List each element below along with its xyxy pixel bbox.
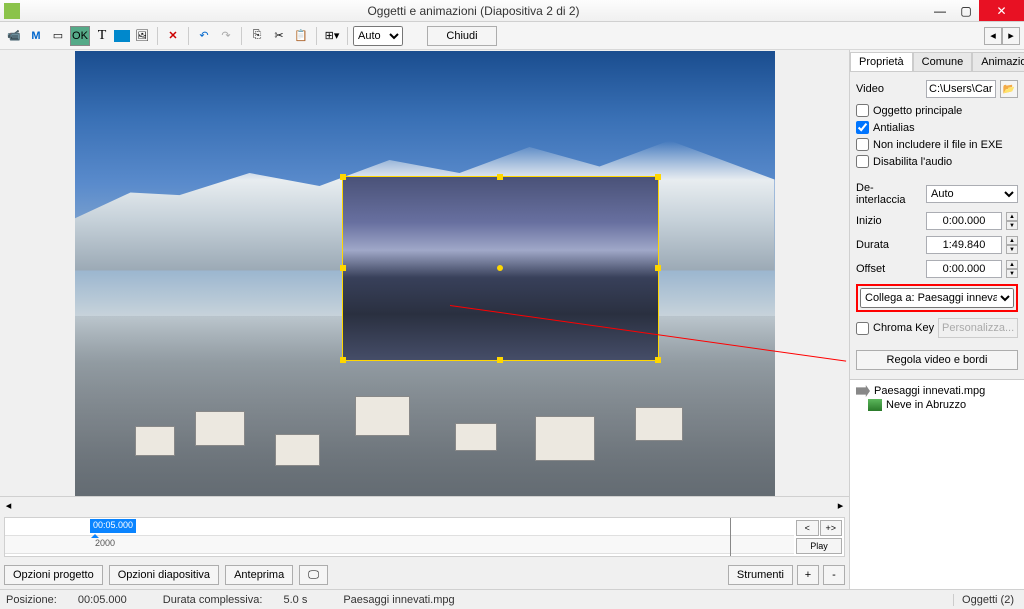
zoom-in-button[interactable]: + (797, 565, 819, 585)
zoom-select[interactable]: Auto (353, 26, 403, 46)
tab-common[interactable]: Comune (913, 52, 973, 71)
adjust-video-button[interactable]: Regola video e bordi (856, 350, 1018, 370)
selected-video-object[interactable] (342, 176, 659, 361)
rect-icon[interactable] (114, 30, 130, 42)
duration-up-icon[interactable]: ▲ (1006, 236, 1018, 245)
chiudi-button[interactable]: Chiudi (427, 26, 497, 46)
delete-icon[interactable]: ✕ (163, 26, 183, 46)
minimize-button[interactable]: — (927, 0, 953, 21)
copy-icon[interactable]: ⎘ (247, 26, 267, 46)
browse-button[interactable]: 📂 (1000, 80, 1018, 98)
mask-icon[interactable]: M (26, 26, 46, 46)
frame-icon[interactable]: ▭ (48, 26, 68, 46)
offset-down-icon[interactable]: ▼ (1006, 269, 1018, 278)
cut-icon[interactable]: ✂ (269, 26, 289, 46)
antialias-checkbox[interactable] (856, 121, 869, 134)
object-item-image[interactable]: Neve in Abruzzo (854, 398, 1020, 412)
timeline-track[interactable]: 00:05.000 2000 (5, 518, 794, 556)
offset-input[interactable] (926, 260, 1002, 278)
slide-options-button[interactable]: Opzioni diapositiva (109, 565, 219, 585)
deinterlace-select[interactable]: Auto (926, 185, 1018, 203)
grid-icon[interactable]: ⊞▾ (322, 26, 342, 46)
tab-properties[interactable]: Proprietà (850, 52, 913, 71)
video-path-input[interactable] (926, 80, 996, 98)
video-icon (856, 385, 870, 397)
main-object-checkbox[interactable] (856, 104, 869, 117)
maximize-button[interactable]: ▢ (953, 0, 979, 21)
window-title: Oggetti e animazioni (Diapositiva 2 di 2… (20, 4, 927, 18)
zoom-out-button[interactable]: - (823, 565, 845, 585)
main-object-label: Oggetto principale (873, 105, 962, 117)
start-input[interactable] (926, 212, 1002, 230)
mute-label: Disabilita l'audio (873, 156, 952, 168)
project-options-button[interactable]: Opzioni progetto (4, 565, 103, 585)
status-file: Paesaggi innevati.mpg (343, 594, 454, 606)
offset-label: Offset (856, 263, 922, 275)
timeline-fwd-button[interactable]: +> (820, 520, 843, 536)
play-button[interactable]: Play (796, 538, 842, 554)
scroll-left-icon[interactable]: ◂ (0, 497, 17, 514)
app-icon (4, 3, 20, 19)
nav-prev-icon[interactable]: ◂ (984, 27, 1002, 45)
fullscreen-preview-button[interactable]: 🖵 (299, 565, 328, 585)
camera-icon[interactable]: 📹 (4, 26, 24, 46)
image-icon[interactable]: 🖼 (132, 26, 152, 46)
timeline-marker-2000[interactable]: 2000 (95, 538, 115, 548)
start-up-icon[interactable]: ▲ (1006, 212, 1018, 221)
object-tree[interactable]: Paesaggi innevati.mpg Neve in Abruzzo (850, 379, 1024, 589)
redo-icon[interactable]: ↷ (216, 26, 236, 46)
no-exe-label: Non includere il file in EXE (873, 139, 1003, 151)
preview-button[interactable]: Anteprima (225, 565, 293, 585)
scroll-right-icon[interactable]: ▸ (832, 497, 849, 514)
status-duration: Durata complessiva: 5.0 s (163, 594, 326, 606)
customize-button: Personalizza... (938, 318, 1018, 338)
duration-input[interactable] (926, 236, 1002, 254)
text-icon[interactable]: T (92, 26, 112, 46)
link-to-select[interactable]: Collega a: Paesaggi innevati.... (860, 288, 1014, 308)
chroma-checkbox[interactable] (856, 322, 869, 335)
start-label: Inizio (856, 215, 922, 227)
nav-next-icon[interactable]: ▸ (1002, 27, 1020, 45)
offset-up-icon[interactable]: ▲ (1006, 260, 1018, 269)
deinterlace-label: De-interlaccia (856, 182, 922, 206)
image-icon (868, 399, 882, 411)
start-down-icon[interactable]: ▼ (1006, 221, 1018, 230)
duration-label: Durata (856, 239, 922, 251)
timeline-back-button[interactable]: < (796, 520, 819, 536)
button-icon[interactable]: OK (70, 26, 90, 46)
status-objects-count: Oggetti (2) (953, 594, 1014, 606)
no-exe-checkbox[interactable] (856, 138, 869, 151)
mute-checkbox[interactable] (856, 155, 869, 168)
close-button[interactable]: ✕ (979, 0, 1024, 21)
tab-animation[interactable]: Animazione (972, 52, 1024, 71)
chroma-label: Chroma Key (873, 322, 934, 334)
undo-icon[interactable]: ↶ (194, 26, 214, 46)
duration-down-icon[interactable]: ▼ (1006, 245, 1018, 254)
paste-icon[interactable]: 📋 (291, 26, 311, 46)
keyframe-marker[interactable]: 00:05.000 (90, 519, 136, 533)
tools-button[interactable]: Strumenti (728, 565, 793, 585)
video-label: Video (856, 83, 922, 95)
antialias-label: Antialias (873, 122, 915, 134)
object-item-video[interactable]: Paesaggi innevati.mpg (854, 384, 1020, 398)
status-position: Posizione: 00:05.000 (6, 594, 145, 606)
preview-canvas[interactable] (0, 50, 849, 496)
